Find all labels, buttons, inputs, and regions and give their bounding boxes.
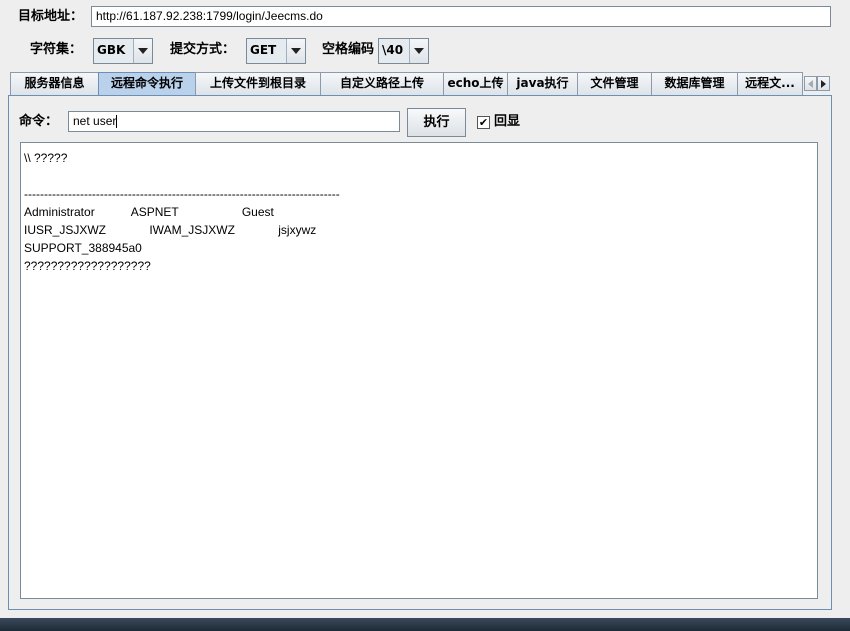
tab-label: 远程命令执行 — [110, 76, 183, 90]
text-cursor — [116, 115, 118, 129]
tab-label: java执行 — [516, 76, 569, 90]
execute-button[interactable]: 执行 — [407, 108, 466, 137]
method-dropdown[interactable]: GET — [246, 38, 306, 64]
output-line: Administrator ASPNET Guest — [24, 205, 274, 219]
space-encoding-dropdown[interactable]: \40 — [378, 38, 429, 64]
target-url-label: 目标地址： — [18, 9, 84, 24]
tab-label: 数据库管理 — [664, 76, 725, 90]
command-input[interactable]: net user — [68, 111, 400, 132]
tab-label: 自定义路径上传 — [339, 76, 424, 90]
output-line: ??????????????????? — [24, 259, 151, 273]
tab-remote-command[interactable]: 远程命令执行 — [98, 72, 196, 96]
command-label: 命令： — [19, 114, 59, 129]
tab-label: 服务器信息 — [24, 76, 85, 90]
tab-custom-path-upload[interactable]: 自定义路径上传 — [320, 72, 444, 95]
tab-label: echo上传 — [447, 76, 504, 90]
tab-echo-upload[interactable]: echo上传 — [443, 72, 508, 95]
chevron-down-icon[interactable] — [410, 39, 428, 63]
command-value: net user — [73, 114, 117, 128]
charset-dropdown[interactable]: GBK — [93, 38, 153, 64]
chevron-down-icon[interactable] — [134, 39, 152, 63]
output-line: \\ ????? — [24, 151, 68, 165]
output-line: SUPPORT_388945a0 — [24, 241, 142, 255]
tab-scroll-left-icon[interactable] — [804, 76, 817, 91]
space-encoding-label: 空格编码 — [322, 42, 375, 57]
tab-database-manager[interactable]: 数据库管理 — [651, 72, 738, 95]
space-encoding-value: \40 — [379, 39, 410, 63]
output-line: IUSR_JSJXWZ IWAM_JSJXWZ jsjxywz — [24, 223, 317, 237]
echo-label: 回显 — [494, 114, 521, 129]
tab-file-manager[interactable]: 文件管理 — [577, 72, 652, 95]
echo-checkbox[interactable]: ✔ — [477, 116, 490, 129]
charset-label: 字符集： — [30, 42, 83, 57]
tab-label: 远程文... — [745, 76, 795, 90]
method-label: 提交方式： — [170, 42, 236, 57]
method-value: GET — [247, 39, 287, 63]
charset-value: GBK — [94, 39, 134, 63]
tab-server-info[interactable]: 服务器信息 — [10, 72, 99, 95]
tab-bar: 服务器信息 远程命令执行 上传文件到根目录 自定义路径上传 echo上传 jav… — [8, 72, 832, 96]
tab-remote-file[interactable]: 远程文... — [737, 72, 803, 95]
output-line: ----------------------------------------… — [24, 187, 340, 201]
tab-label: 文件管理 — [590, 76, 639, 90]
tab-upload-root[interactable]: 上传文件到根目录 — [195, 72, 321, 95]
chevron-down-icon[interactable] — [287, 39, 305, 63]
target-url-input[interactable]: http://61.187.92.238:1799/login/Jeecms.d… — [91, 6, 831, 27]
tab-scroll-right-icon[interactable] — [817, 76, 830, 91]
taskbar — [0, 618, 850, 631]
tab-java-exec[interactable]: java执行 — [507, 72, 578, 95]
command-output[interactable]: \\ ????? -------------------------------… — [20, 142, 818, 599]
tab-label: 上传文件到根目录 — [209, 76, 306, 90]
